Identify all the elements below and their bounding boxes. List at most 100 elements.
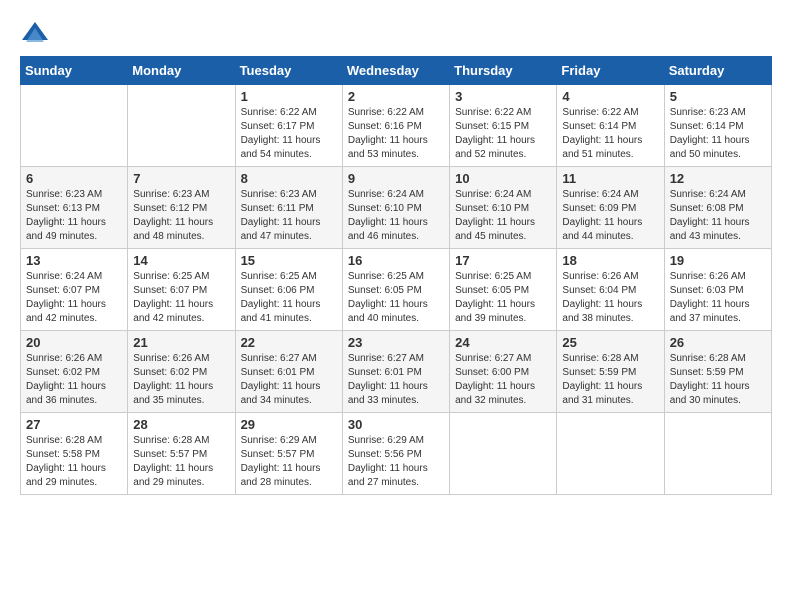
calendar-cell: 19 Sunrise: 6:26 AMSunset: 6:03 PMDayligh… bbox=[664, 249, 771, 331]
day-info: Sunrise: 6:28 AMSunset: 5:58 PMDaylight:… bbox=[26, 434, 122, 490]
day-number: 12 bbox=[670, 171, 766, 186]
day-number: 14 bbox=[133, 253, 229, 268]
calendar-cell: 6 Sunrise: 6:23 AMSunset: 6:13 PMDaylight… bbox=[21, 167, 128, 249]
column-header-saturday: Saturday bbox=[664, 57, 771, 85]
column-header-tuesday: Tuesday bbox=[235, 57, 342, 85]
day-info: Sunrise: 6:26 AMSunset: 6:03 PMDaylight:… bbox=[670, 270, 766, 326]
logo bbox=[20, 20, 50, 46]
calendar-cell: 5Sunrise: 6:23 AMSunset: 6:14 PMDaylight… bbox=[664, 85, 771, 167]
day-info: Sunrise: 6:26 AMSunset: 6:02 PMDaylight:… bbox=[133, 352, 229, 408]
calendar-cell: 7 Sunrise: 6:23 AMSunset: 6:12 PMDaylight… bbox=[128, 167, 235, 249]
calendar-cell: 17Sunrise: 6:25 AMSunset: 6:05 PMDayligh… bbox=[450, 249, 557, 331]
day-info: Sunrise: 6:29 AMSunset: 5:57 PMDaylight:… bbox=[241, 434, 337, 490]
calendar-week-row: 13 Sunrise: 6:24 AMSunset: 6:07 PMDayligh… bbox=[21, 249, 772, 331]
calendar-cell: 2 Sunrise: 6:22 AMSunset: 6:16 PMDaylight… bbox=[342, 85, 449, 167]
day-number: 19 bbox=[670, 253, 766, 268]
calendar-cell bbox=[664, 413, 771, 495]
day-number: 22 bbox=[241, 335, 337, 350]
day-number: 20 bbox=[26, 335, 122, 350]
day-number: 16 bbox=[348, 253, 444, 268]
day-number: 9 bbox=[348, 171, 444, 186]
calendar-header-row: SundayMondayTuesdayWednesdayThursdayFrid… bbox=[21, 57, 772, 85]
calendar-cell: 22 Sunrise: 6:27 AMSunset: 6:01 PMDayligh… bbox=[235, 331, 342, 413]
day-info: Sunrise: 6:22 AMSunset: 6:16 PMDaylight:… bbox=[348, 106, 444, 162]
calendar-cell: 25 Sunrise: 6:28 AMSunset: 5:59 PMDayligh… bbox=[557, 331, 664, 413]
day-info: Sunrise: 6:22 AMSunset: 6:15 PMDaylight:… bbox=[455, 106, 551, 162]
day-info: Sunrise: 6:27 AMSunset: 6:00 PMDaylight:… bbox=[455, 352, 551, 408]
day-number: 11 bbox=[562, 171, 658, 186]
calendar-cell: 8 Sunrise: 6:23 AMSunset: 6:11 PMDaylight… bbox=[235, 167, 342, 249]
column-header-thursday: Thursday bbox=[450, 57, 557, 85]
day-number: 1 bbox=[241, 89, 337, 104]
day-info: Sunrise: 6:23 AMSunset: 6:12 PMDaylight:… bbox=[133, 188, 229, 244]
day-info: Sunrise: 6:23 AMSunset: 6:14 PMDaylight:… bbox=[670, 106, 766, 162]
day-info: Sunrise: 6:24 AMSunset: 6:10 PMDaylight:… bbox=[455, 188, 551, 244]
day-number: 10 bbox=[455, 171, 551, 186]
logo-icon bbox=[20, 20, 50, 46]
calendar-cell bbox=[128, 85, 235, 167]
day-info: Sunrise: 6:25 AMSunset: 6:06 PMDaylight:… bbox=[241, 270, 337, 326]
calendar-cell: 24Sunrise: 6:27 AMSunset: 6:00 PMDayligh… bbox=[450, 331, 557, 413]
day-number: 25 bbox=[562, 335, 658, 350]
calendar-week-row: 20 Sunrise: 6:26 AMSunset: 6:02 PMDayligh… bbox=[21, 331, 772, 413]
day-info: Sunrise: 6:24 AMSunset: 6:07 PMDaylight:… bbox=[26, 270, 122, 326]
day-info: Sunrise: 6:23 AMSunset: 6:11 PMDaylight:… bbox=[241, 188, 337, 244]
calendar-cell: 3 Sunrise: 6:22 AMSunset: 6:15 PMDaylight… bbox=[450, 85, 557, 167]
calendar-cell: 15 Sunrise: 6:25 AMSunset: 6:06 PMDayligh… bbox=[235, 249, 342, 331]
calendar-cell: 27 Sunrise: 6:28 AMSunset: 5:58 PMDayligh… bbox=[21, 413, 128, 495]
calendar-week-row: 1 Sunrise: 6:22 AMSunset: 6:17 PMDaylight… bbox=[21, 85, 772, 167]
day-number: 18 bbox=[562, 253, 658, 268]
day-info: Sunrise: 6:28 AMSunset: 5:59 PMDaylight:… bbox=[562, 352, 658, 408]
column-header-sunday: Sunday bbox=[21, 57, 128, 85]
calendar-cell: 21 Sunrise: 6:26 AMSunset: 6:02 PMDayligh… bbox=[128, 331, 235, 413]
calendar-cell: 4Sunrise: 6:22 AMSunset: 6:14 PMDaylight… bbox=[557, 85, 664, 167]
day-number: 27 bbox=[26, 417, 122, 432]
day-number: 15 bbox=[241, 253, 337, 268]
day-number: 2 bbox=[348, 89, 444, 104]
calendar-cell: 1 Sunrise: 6:22 AMSunset: 6:17 PMDaylight… bbox=[235, 85, 342, 167]
day-info: Sunrise: 6:28 AMSunset: 5:57 PMDaylight:… bbox=[133, 434, 229, 490]
calendar-cell: 23 Sunrise: 6:27 AMSunset: 6:01 PMDayligh… bbox=[342, 331, 449, 413]
page-header bbox=[20, 20, 772, 46]
column-header-monday: Monday bbox=[128, 57, 235, 85]
day-number: 6 bbox=[26, 171, 122, 186]
calendar-cell: 13 Sunrise: 6:24 AMSunset: 6:07 PMDayligh… bbox=[21, 249, 128, 331]
day-info: Sunrise: 6:23 AMSunset: 6:13 PMDaylight:… bbox=[26, 188, 122, 244]
day-info: Sunrise: 6:27 AMSunset: 6:01 PMDaylight:… bbox=[241, 352, 337, 408]
day-number: 13 bbox=[26, 253, 122, 268]
day-info: Sunrise: 6:24 AMSunset: 6:08 PMDaylight:… bbox=[670, 188, 766, 244]
calendar-cell: 14 Sunrise: 6:25 AMSunset: 6:07 PMDayligh… bbox=[128, 249, 235, 331]
day-info: Sunrise: 6:25 AMSunset: 6:07 PMDaylight:… bbox=[133, 270, 229, 326]
column-header-wednesday: Wednesday bbox=[342, 57, 449, 85]
calendar: SundayMondayTuesdayWednesdayThursdayFrid… bbox=[20, 56, 772, 495]
day-info: Sunrise: 6:25 AMSunset: 6:05 PMDaylight:… bbox=[348, 270, 444, 326]
calendar-cell: 16 Sunrise: 6:25 AMSunset: 6:05 PMDayligh… bbox=[342, 249, 449, 331]
calendar-cell: 12 Sunrise: 6:24 AMSunset: 6:08 PMDayligh… bbox=[664, 167, 771, 249]
day-info: Sunrise: 6:29 AMSunset: 5:56 PMDaylight:… bbox=[348, 434, 444, 490]
calendar-cell bbox=[557, 413, 664, 495]
day-number: 21 bbox=[133, 335, 229, 350]
day-number: 3 bbox=[455, 89, 551, 104]
calendar-cell: 20 Sunrise: 6:26 AMSunset: 6:02 PMDayligh… bbox=[21, 331, 128, 413]
day-info: Sunrise: 6:22 AMSunset: 6:14 PMDaylight:… bbox=[562, 106, 658, 162]
calendar-cell: 18 Sunrise: 6:26 AMSunset: 6:04 PMDayligh… bbox=[557, 249, 664, 331]
day-number: 17 bbox=[455, 253, 551, 268]
day-info: Sunrise: 6:24 AMSunset: 6:09 PMDaylight:… bbox=[562, 188, 658, 244]
day-info: Sunrise: 6:27 AMSunset: 6:01 PMDaylight:… bbox=[348, 352, 444, 408]
day-number: 29 bbox=[241, 417, 337, 432]
calendar-cell bbox=[450, 413, 557, 495]
calendar-cell: 26Sunrise: 6:28 AMSunset: 5:59 PMDayligh… bbox=[664, 331, 771, 413]
calendar-week-row: 6 Sunrise: 6:23 AMSunset: 6:13 PMDaylight… bbox=[21, 167, 772, 249]
calendar-cell: 9 Sunrise: 6:24 AMSunset: 6:10 PMDaylight… bbox=[342, 167, 449, 249]
day-info: Sunrise: 6:26 AMSunset: 6:04 PMDaylight:… bbox=[562, 270, 658, 326]
day-number: 30 bbox=[348, 417, 444, 432]
day-info: Sunrise: 6:24 AMSunset: 6:10 PMDaylight:… bbox=[348, 188, 444, 244]
day-info: Sunrise: 6:22 AMSunset: 6:17 PMDaylight:… bbox=[241, 106, 337, 162]
day-info: Sunrise: 6:26 AMSunset: 6:02 PMDaylight:… bbox=[26, 352, 122, 408]
day-number: 23 bbox=[348, 335, 444, 350]
calendar-week-row: 27 Sunrise: 6:28 AMSunset: 5:58 PMDayligh… bbox=[21, 413, 772, 495]
day-number: 7 bbox=[133, 171, 229, 186]
calendar-cell bbox=[21, 85, 128, 167]
day-info: Sunrise: 6:28 AMSunset: 5:59 PMDaylight:… bbox=[670, 352, 766, 408]
day-number: 8 bbox=[241, 171, 337, 186]
